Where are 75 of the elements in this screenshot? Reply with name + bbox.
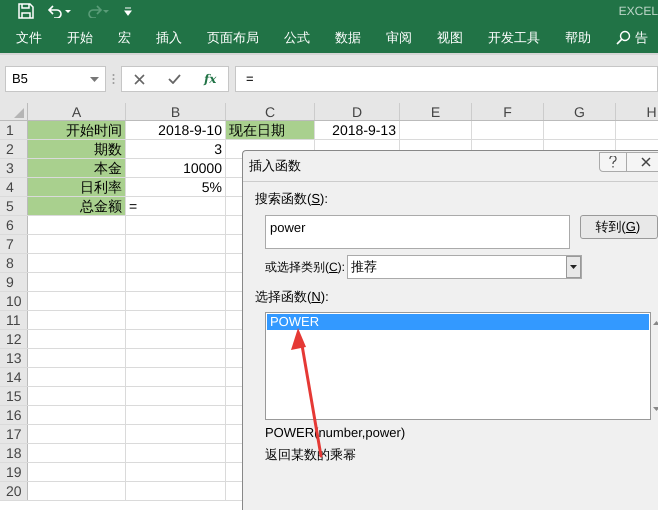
ribbon-tab[interactable]: 视图 — [437, 28, 463, 48]
search-text: power — [270, 220, 306, 235]
table-cell: 本金 — [28, 159, 126, 177]
function-list-label: 选择函数(N): — [255, 288, 330, 306]
row-header[interactable]: 5 — [0, 197, 28, 215]
column-header[interactable]: G — [544, 103, 616, 120]
category-label: 或选择类别(C): — [265, 259, 346, 276]
row-header[interactable]: 13 — [0, 349, 28, 367]
help-button[interactable] — [599, 152, 627, 172]
ribbon-tab[interactable]: 宏 — [118, 28, 131, 48]
column-header[interactable]: A — [28, 103, 126, 120]
close-icon — [641, 157, 651, 167]
customize-icon[interactable] — [124, 6, 132, 16]
ribbon-tab[interactable]: 页面布局 — [207, 28, 259, 48]
cancel-icon[interactable] — [134, 74, 145, 84]
insert-function-button[interactable]: fx — [204, 70, 216, 88]
row-header[interactable]: 17 — [0, 425, 28, 443]
column-header[interactable]: E — [400, 103, 472, 120]
category-select[interactable]: 推荐 — [347, 255, 582, 279]
undo-icon[interactable] — [48, 4, 72, 18]
drag-handle-icon[interactable] — [112, 73, 115, 85]
row-header[interactable]: 8 — [0, 254, 28, 272]
row-header[interactable]: 6 — [0, 216, 28, 234]
check-icon[interactable] — [168, 74, 181, 84]
column-header[interactable]: D — [315, 103, 400, 120]
column-header[interactable]: C — [226, 103, 315, 120]
row-header[interactable]: 19 — [0, 463, 28, 481]
search-icon[interactable] — [616, 30, 631, 45]
name-box[interactable]: B5 — [5, 66, 106, 92]
table-cell: 日利率 — [28, 178, 126, 196]
row-header[interactable]: 9 — [0, 273, 28, 291]
row-header[interactable]: 15 — [0, 387, 28, 405]
row-header[interactable]: 10 — [0, 292, 28, 310]
tell-me-field[interactable]: 告 — [635, 28, 648, 48]
category-value: 推荐 — [351, 258, 377, 276]
go-button[interactable]: 转到(G) — [580, 215, 658, 239]
table-cell: 总金额 — [28, 197, 126, 215]
ribbon-tab[interactable]: 插入 — [156, 28, 182, 48]
table-cell: 开始时间 — [28, 121, 126, 139]
ribbon-tab[interactable]: 帮助 — [565, 28, 591, 48]
scroll-down-icon[interactable] — [653, 407, 658, 411]
row-header[interactable]: 11 — [0, 311, 28, 329]
table-cell: 期数 — [28, 140, 126, 158]
scroll-up-icon[interactable] — [653, 321, 658, 325]
dialog-title: 插入函数 — [249, 157, 301, 176]
row-header[interactable]: 3 — [0, 159, 28, 177]
ribbon-tab[interactable]: 开发工具 — [488, 28, 540, 48]
help-icon — [609, 156, 617, 168]
row-header[interactable]: 7 — [0, 235, 28, 253]
ribbon-tab[interactable]: 文件 — [16, 28, 42, 48]
formula-field[interactable]: = — [235, 66, 658, 92]
ribbon-tab[interactable]: 审阅 — [386, 28, 412, 48]
window-title: EXCEL — [618, 3, 658, 20]
column-header[interactable]: B — [126, 103, 226, 120]
row-header[interactable]: 16 — [0, 406, 28, 424]
row-header[interactable]: 14 — [0, 368, 28, 386]
column-header[interactable]: F — [472, 103, 544, 120]
search-field[interactable]: power — [265, 215, 570, 249]
table-cell: 现在日期 — [226, 121, 315, 139]
close-button[interactable] — [627, 152, 658, 172]
search-label: 搜索函数(S): — [255, 190, 329, 208]
ribbon-tab[interactable]: 开始 — [67, 28, 93, 48]
row-header[interactable]: 4 — [0, 178, 28, 196]
save-icon[interactable] — [18, 3, 34, 19]
formula-text: = — [246, 70, 254, 88]
row-header[interactable]: 12 — [0, 330, 28, 348]
row-header[interactable]: 18 — [0, 444, 28, 462]
cell-reference: B5 — [12, 70, 28, 88]
column-header[interactable]: H — [616, 103, 658, 120]
row-header[interactable]: 2 — [0, 140, 28, 158]
ribbon-tab[interactable]: 公式 — [284, 28, 310, 48]
ribbon-tab[interactable]: 数据 — [335, 28, 361, 48]
dropdown-icon[interactable] — [566, 256, 581, 278]
row-header[interactable]: 20 — [0, 482, 28, 500]
row-header[interactable]: 1 — [0, 121, 28, 139]
